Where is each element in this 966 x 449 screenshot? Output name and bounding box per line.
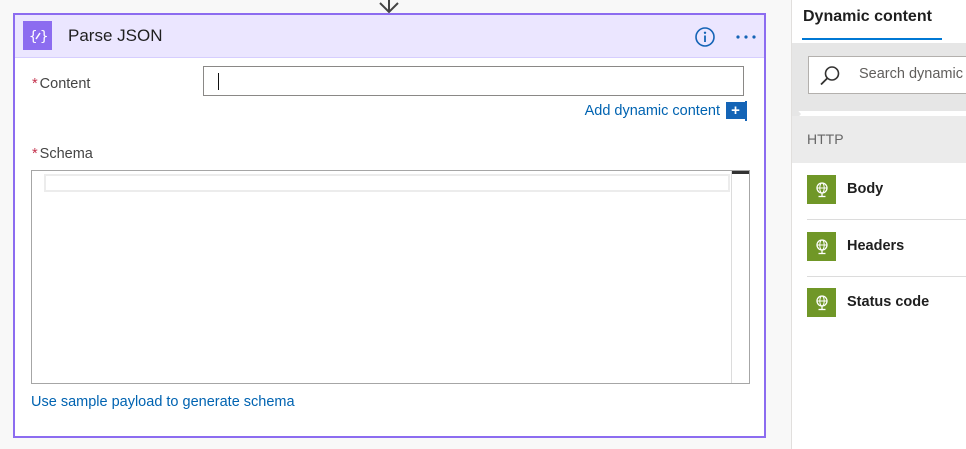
dynamic-item-label: Body (847, 181, 884, 197)
http-globe-icon (807, 288, 836, 317)
parse-json-card: { } Parse JSON * Content Add dynamic cont… (13, 13, 766, 438)
schema-editor[interactable] (31, 170, 750, 384)
schema-label-text: Schema (39, 146, 93, 162)
dynamic-content-panel: Dynamic content HTTP Body (791, 0, 966, 449)
dynamic-item-headers[interactable]: Headers (807, 220, 966, 277)
section-header-http[interactable]: HTTP (792, 116, 966, 163)
add-dynamic-content-button[interactable]: + (726, 102, 745, 119)
section-label: HTTP (807, 131, 844, 147)
card-header[interactable]: { } Parse JSON (15, 15, 764, 58)
schema-scrollbar-thumb[interactable] (732, 171, 749, 174)
search-icon (820, 66, 840, 86)
http-globe-icon (807, 175, 836, 204)
required-marker: * (32, 76, 38, 92)
tab-dynamic-content[interactable]: Dynamic content (803, 8, 932, 26)
required-marker: * (32, 146, 38, 162)
dynamic-item-body[interactable]: Body (807, 163, 966, 220)
card-title[interactable]: Parse JSON (68, 26, 162, 46)
search-input[interactable] (859, 66, 966, 82)
more-options-icon[interactable] (734, 26, 758, 48)
parse-json-icon: { } (23, 21, 52, 50)
content-label: * Content (32, 76, 90, 92)
schema-label: * Schema (32, 146, 93, 162)
add-dynamic-content-link[interactable]: Add dynamic content (585, 103, 720, 119)
connector-arrow-icon (379, 0, 399, 14)
generate-schema-link[interactable]: Use sample payload to generate schema (31, 394, 295, 410)
dynamic-item-label: Status code (847, 294, 930, 310)
http-globe-icon (807, 232, 836, 261)
info-icon[interactable] (694, 26, 716, 48)
svg-text:}: } (40, 29, 48, 45)
content-input[interactable] (203, 66, 744, 96)
search-area (792, 43, 966, 111)
search-box[interactable] (808, 56, 966, 94)
dynamic-item-label: Headers (847, 238, 905, 254)
schema-scrollbar[interactable] (731, 171, 749, 383)
schema-current-line[interactable] (44, 174, 730, 192)
text-caret (218, 73, 219, 90)
add-dynamic-divider (745, 101, 747, 121)
content-label-text: Content (39, 76, 91, 92)
active-tab-indicator (802, 38, 942, 40)
svg-text:{: { (29, 29, 37, 45)
dynamic-item-status-code[interactable]: Status code (807, 276, 966, 332)
